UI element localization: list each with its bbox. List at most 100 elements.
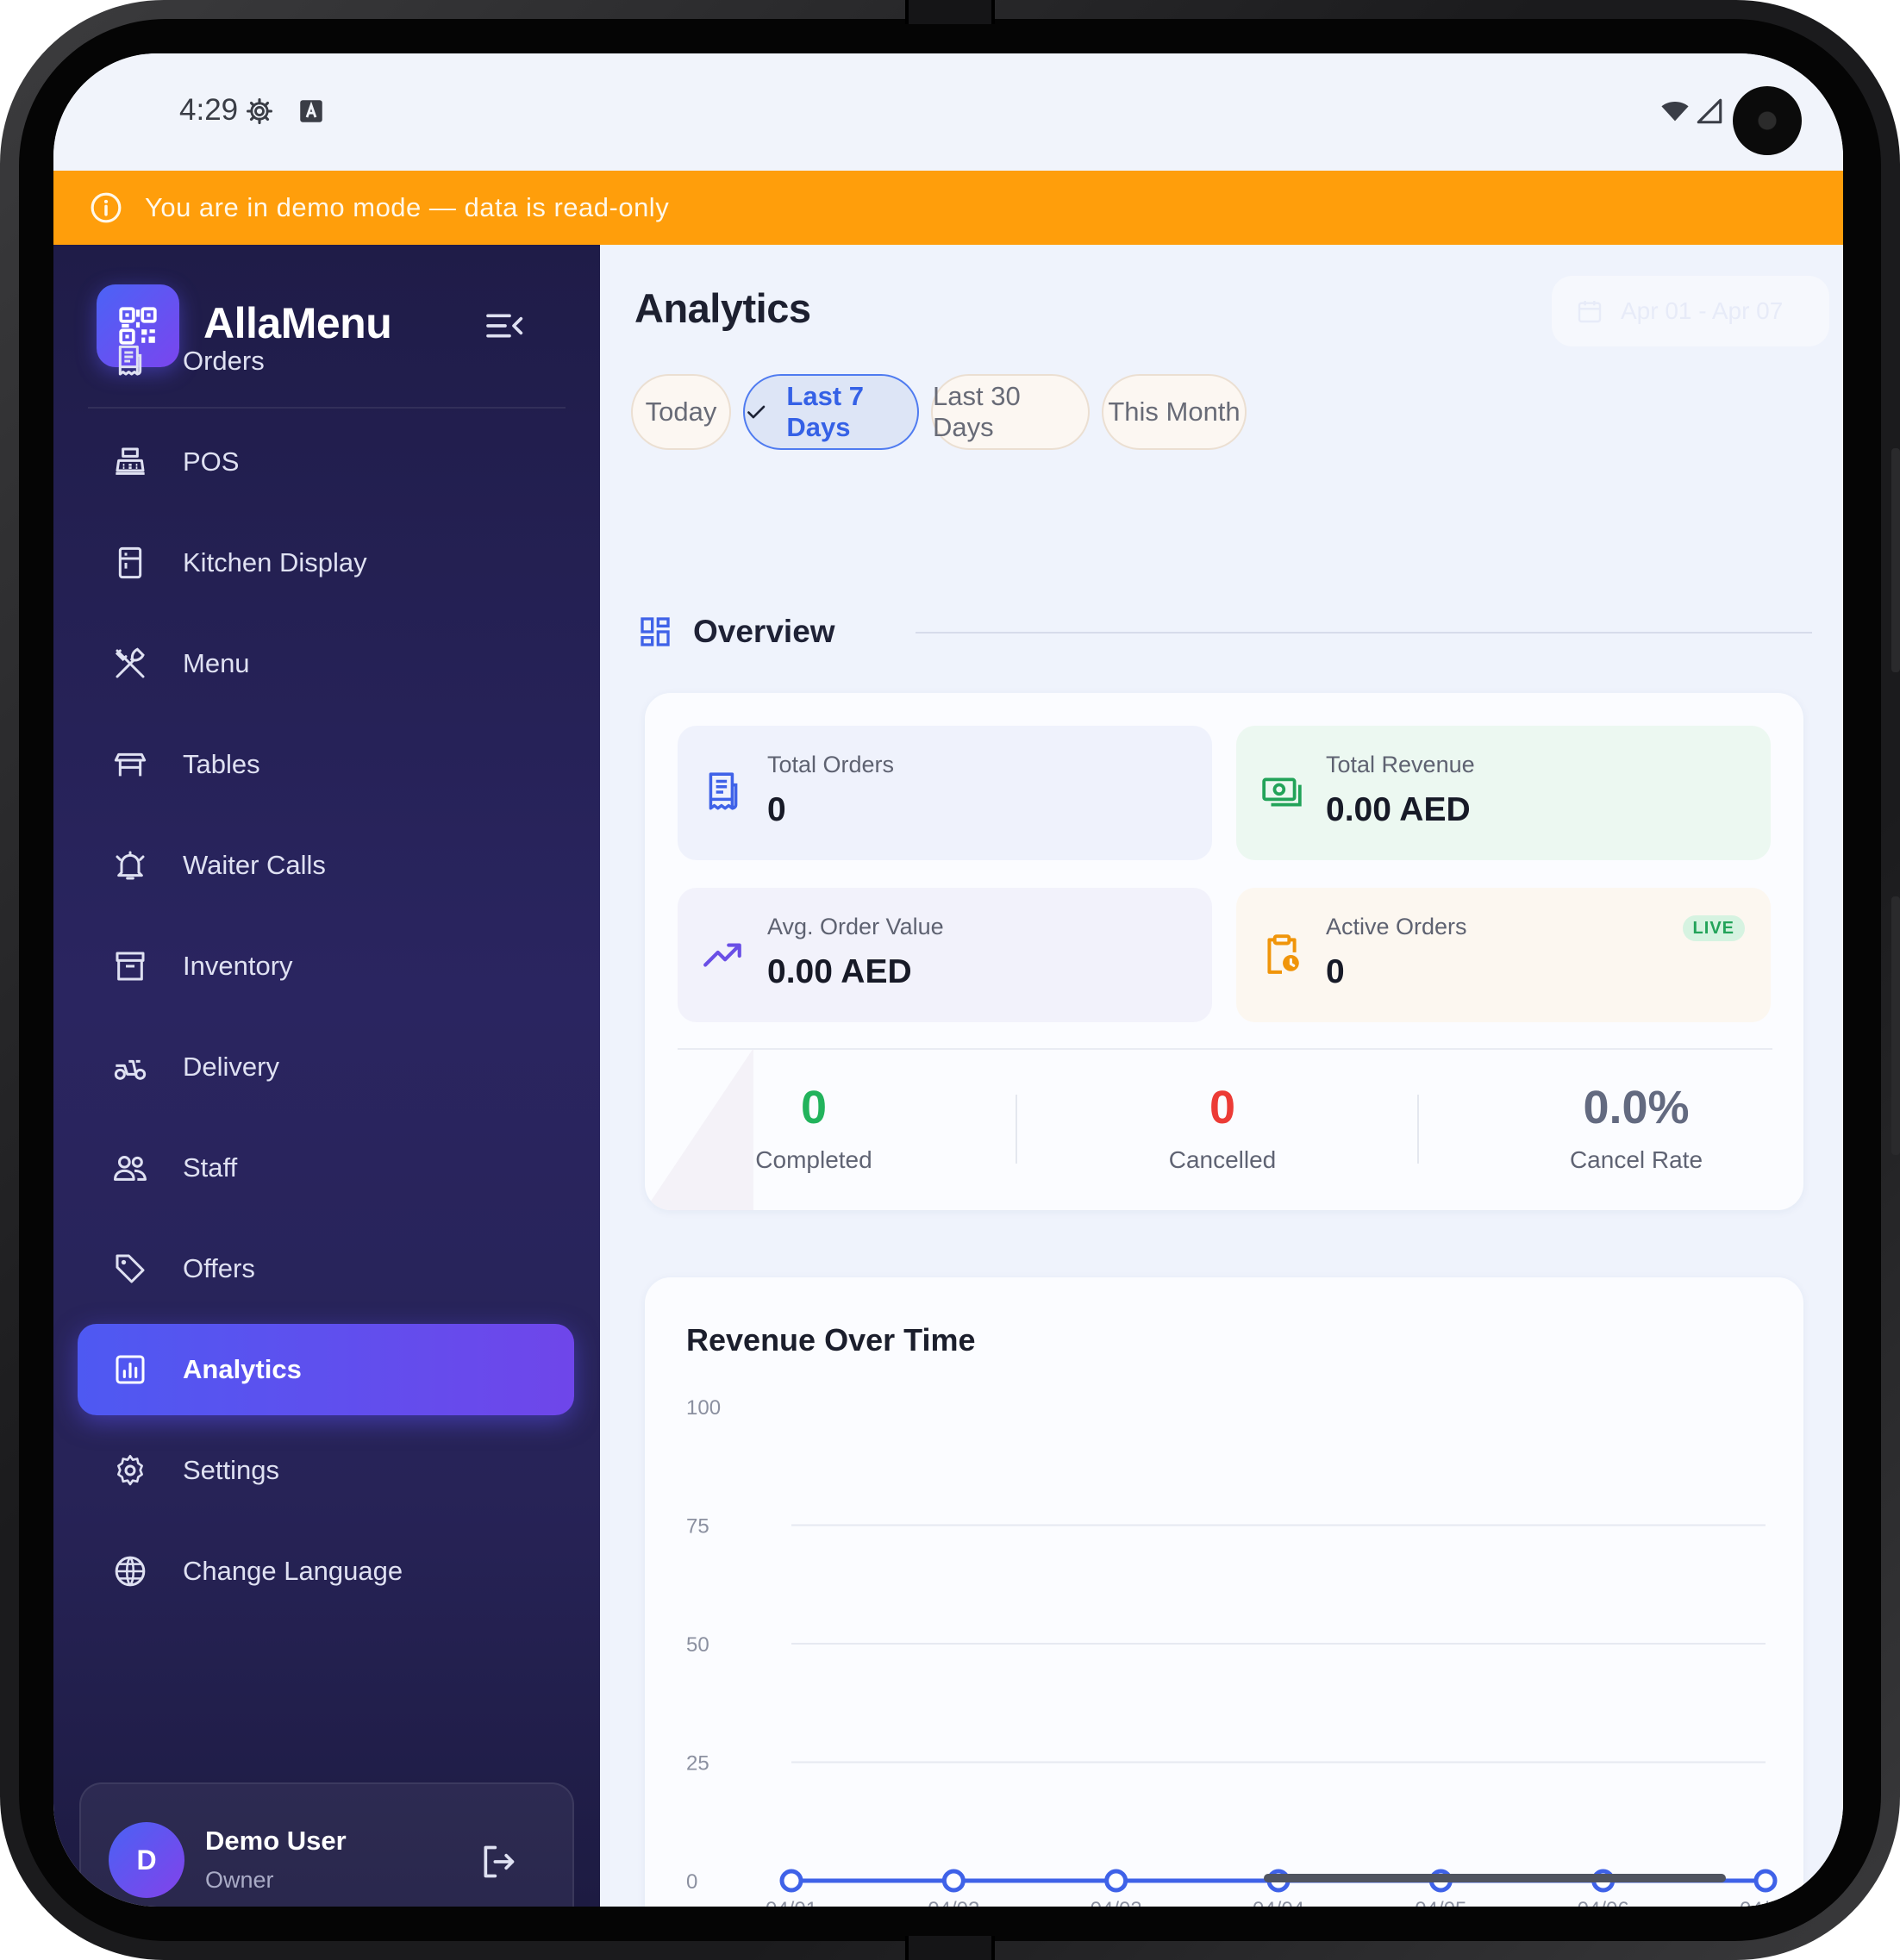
user-role: Owner	[205, 1867, 274, 1893]
x-tick-label: 04/02	[928, 1898, 979, 1907]
sidebar-item-waiter-calls[interactable]: Waiter Calls	[78, 820, 574, 911]
sidebar-item-label: Orders	[183, 346, 265, 376]
demo-mode-banner: You are in demo mode — data is read-only	[53, 171, 1843, 245]
sidebar-item-change-language[interactable]: Change Language	[78, 1526, 574, 1617]
y-tick-label: 50	[686, 1633, 709, 1657]
hinge-bottom	[905, 1936, 995, 1960]
dashboard-grid-icon	[641, 617, 670, 646]
date-range-picker[interactable]: Apr 01 - Apr 07	[1552, 276, 1829, 346]
sidebar-item-label: Delivery	[183, 1052, 279, 1082]
filter-label: Last 7 Days	[786, 381, 864, 442]
trending-up-icon	[703, 943, 741, 967]
sidebar-item-label: Change Language	[183, 1556, 403, 1586]
globe-icon	[115, 1556, 146, 1587]
filter-label: Last 30 Days	[933, 381, 1021, 442]
sidebar-item-settings[interactable]: Settings	[78, 1425, 574, 1516]
x-tick-label: 04/07	[1740, 1898, 1791, 1907]
user-card[interactable]: D Demo User Owner	[79, 1782, 574, 1907]
kpi-cancelled: 0 Cancelled	[1093, 1081, 1352, 1174]
receipt-icon	[118, 345, 142, 376]
kpi-completed: 0 Completed	[684, 1081, 943, 1174]
kpi-value: 0	[800, 1082, 828, 1133]
settings-status-icon	[246, 97, 273, 125]
status-bar: 4:29	[53, 53, 1843, 171]
calendar-icon	[1578, 301, 1602, 323]
stat-label: Total Orders	[767, 752, 895, 777]
sidebar-item-inventory[interactable]: Inventory	[78, 921, 574, 1012]
device-frame: 4:29 You are in demo mode — data is read…	[0, 0, 1900, 1960]
filter-today[interactable]: Today	[631, 374, 731, 450]
sidebar-item-label: Kitchen Display	[183, 547, 367, 577]
stat-avg-order-value: Avg. Order Value 0.00 AED	[678, 888, 1212, 1022]
archive-box-icon	[116, 952, 145, 981]
gear-icon	[117, 1455, 143, 1486]
keyboard-status-icon	[300, 100, 322, 122]
sidebar-item-label: POS	[183, 446, 240, 477]
data-point	[941, 1869, 966, 1893]
volume-button	[1891, 448, 1900, 672]
logout-icon[interactable]	[479, 1843, 517, 1881]
tag-icon	[116, 1254, 145, 1283]
filter-this-month[interactable]: This Month	[1102, 374, 1247, 450]
wifi-icon	[1661, 102, 1689, 122]
sidebar-item-label: Settings	[183, 1455, 280, 1485]
stat-label: Active Orders	[1326, 914, 1467, 939]
status-time: 4:29	[179, 93, 239, 127]
kpi-separator	[1417, 1095, 1419, 1164]
x-tick-label: 04/04	[1253, 1898, 1304, 1907]
section-divider	[916, 632, 1812, 634]
table-icon	[114, 752, 147, 777]
sidebar-item-offers[interactable]: Offers	[78, 1223, 574, 1314]
kpi-label: Cancelled	[1168, 1146, 1277, 1173]
revenue-line-chart: 0 25 50 75 100 04/01 04/02 04/03 04/04 04/05 04/06…	[686, 1396, 1791, 1907]
date-range-text: Apr 01 - Apr 07	[1621, 297, 1784, 324]
x-tick-label: 04/05	[1415, 1898, 1466, 1907]
kpi-value: 0	[1209, 1082, 1236, 1133]
check-icon	[747, 405, 766, 419]
x-tick-label: 04/03	[1091, 1898, 1142, 1907]
sidebar-item-label: Waiter Calls	[183, 850, 326, 880]
info-icon	[91, 192, 122, 223]
sidebar-item-analytics[interactable]: Analytics	[78, 1324, 574, 1415]
cash-register-icon	[116, 447, 145, 475]
cash-icon	[1262, 777, 1302, 807]
sidebar-item-pos[interactable]: POS	[78, 416, 574, 508]
kpi-cancel-rate: 0.0% Cancel Rate	[1507, 1081, 1766, 1174]
hinge-top	[905, 0, 995, 24]
stat-value: 0	[1326, 953, 1345, 990]
sidebar: AllaMenu Orders POS Kitchen Display Menu	[53, 245, 600, 1907]
x-tick-label: 04/01	[766, 1898, 817, 1907]
kpi-label: Completed	[755, 1146, 872, 1173]
stat-value: 0.00 AED	[1326, 791, 1471, 828]
chart-icon	[116, 1355, 145, 1384]
data-point	[1104, 1869, 1128, 1893]
kitchen-display-icon	[118, 546, 142, 579]
bell-icon	[116, 851, 145, 880]
filter-last-7-days[interactable]: Last 7 Days	[743, 374, 919, 450]
y-tick-label: 100	[686, 1396, 721, 1420]
sidebar-item-orders[interactable]: Orders	[78, 315, 574, 407]
stat-total-revenue: Total Revenue 0.00 AED	[1236, 726, 1771, 860]
main-content: Analytics Apr 01 - Apr 07 Today Last 7 D…	[600, 245, 1843, 1907]
sidebar-item-label: Inventory	[183, 951, 293, 981]
sidebar-item-kitchen-display[interactable]: Kitchen Display	[78, 517, 574, 609]
sidebar-item-menu[interactable]: Menu	[78, 618, 574, 709]
stat-total-orders: Total Orders 0	[678, 726, 1212, 860]
sidebar-item-delivery[interactable]: Delivery	[78, 1021, 574, 1113]
overview-divider	[678, 1048, 1772, 1050]
y-tick-label: 25	[686, 1752, 709, 1776]
filter-label: This Month	[1108, 396, 1241, 427]
filter-last-30-days[interactable]: Last 30 Days	[931, 374, 1090, 450]
kpi-value: 0.0%	[1583, 1082, 1690, 1133]
stat-value: 0.00 AED	[767, 953, 912, 990]
data-point	[1753, 1869, 1778, 1893]
revenue-chart-card: Revenue Over Time 025507510004/0104/0204…	[645, 1277, 1803, 1907]
y-tick-label: 0	[686, 1870, 697, 1894]
sidebar-item-tables[interactable]: Tables	[78, 719, 574, 810]
data-point	[779, 1869, 803, 1893]
horizontal-scrollbar[interactable]	[1264, 1874, 1726, 1882]
stat-active-orders: Active Orders 0 LIVE	[1236, 888, 1771, 1022]
sidebar-item-label: Analytics	[183, 1354, 302, 1384]
sidebar-item-staff[interactable]: Staff	[78, 1122, 574, 1214]
filter-label: Today	[645, 396, 717, 427]
